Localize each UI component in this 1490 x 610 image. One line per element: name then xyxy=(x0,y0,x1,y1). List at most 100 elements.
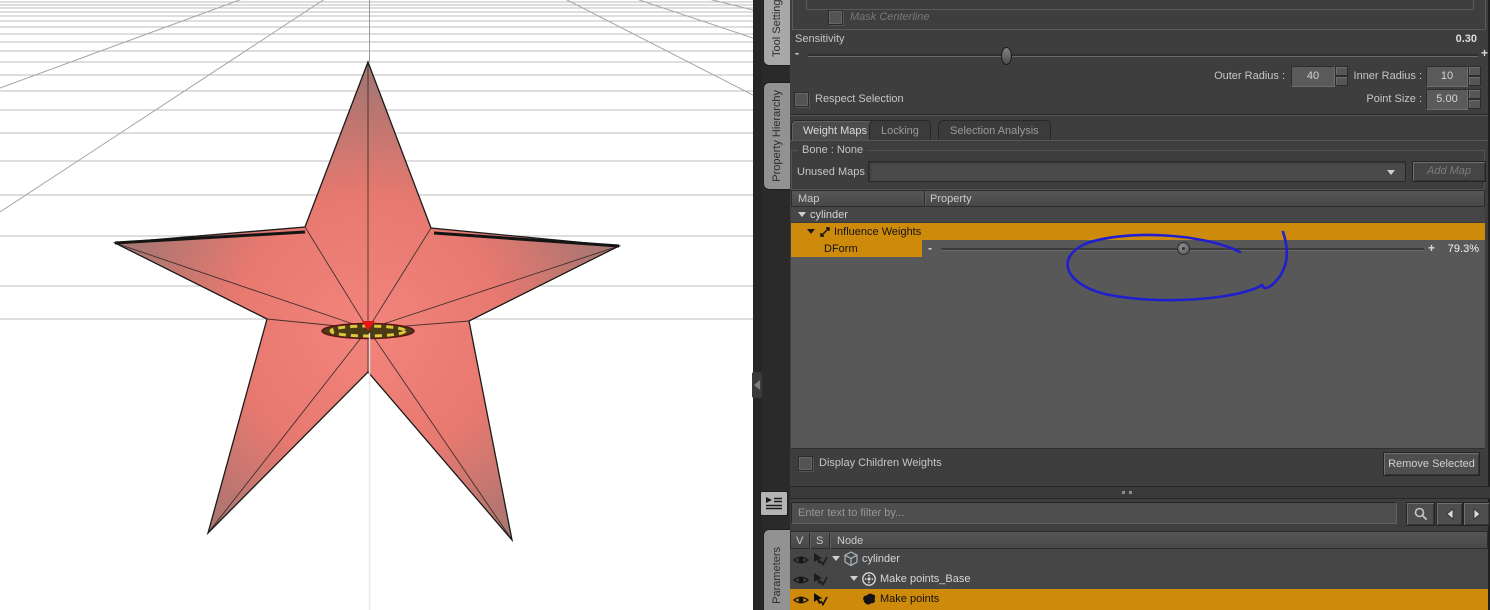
node-name: Make points_Base xyxy=(880,573,971,585)
node-table-header: V S Node xyxy=(790,531,1488,549)
sensitivity-slider-track[interactable] xyxy=(808,54,1478,57)
dock-tab-parameters-label: Parameters xyxy=(771,546,783,604)
splitter-grip xyxy=(1122,491,1125,494)
add-map-button[interactable]: Add Map xyxy=(1412,161,1486,182)
unused-maps-label: Unused Maps : xyxy=(797,166,871,178)
filter-input[interactable] xyxy=(791,502,1397,524)
search-icon xyxy=(1414,507,1427,521)
dock-tab-property-hierarchy-label: Property Hierarchy xyxy=(771,90,783,182)
node-row-cylinder[interactable]: cylinder xyxy=(790,549,1488,570)
dock-splitter-edge[interactable] xyxy=(753,0,762,610)
selectable-cursor-icon[interactable] xyxy=(812,552,828,566)
tab-weight-maps[interactable]: Weight Maps xyxy=(791,120,879,141)
3d-viewport[interactable] xyxy=(0,0,754,610)
filter-prev-button[interactable] xyxy=(1436,502,1463,526)
map-table-header: Map Property xyxy=(791,190,1485,207)
pane-splitter[interactable] xyxy=(790,486,1490,499)
application-window: Tool Settings Property Hierarchy Paramet… xyxy=(0,0,1490,610)
dform-value: 79.3% xyxy=(1447,243,1479,255)
respect-selection-checkbox[interactable] xyxy=(794,92,809,107)
tabbar-baseline xyxy=(790,140,1488,141)
outer-radius-input[interactable]: 40 xyxy=(1291,66,1335,87)
arrow-right-icon xyxy=(1473,508,1481,520)
dock-tab-parameters[interactable]: Parameters xyxy=(763,529,790,610)
map-table-body[interactable] xyxy=(791,257,1485,449)
point-size-label: Point Size : xyxy=(1366,93,1422,105)
filter-next-button[interactable] xyxy=(1463,502,1490,526)
dropdown-arrow-icon xyxy=(1387,170,1395,175)
outer-radius-label: Outer Radius : xyxy=(1214,70,1285,82)
selectable-column-header[interactable]: S xyxy=(816,535,823,547)
dform-slider-handle[interactable] xyxy=(1177,242,1190,255)
dock-tab-property-hierarchy[interactable]: Property Hierarchy xyxy=(763,82,790,190)
unused-maps-dropdown[interactable] xyxy=(868,161,1406,182)
pane-menu-icon xyxy=(766,497,782,510)
sensitivity-plus-button[interactable]: + xyxy=(1481,46,1488,60)
visibility-eye-icon[interactable] xyxy=(793,554,809,566)
dform-label: DForm xyxy=(824,243,858,255)
viewport-scene xyxy=(0,0,754,610)
pane-options-button[interactable] xyxy=(760,491,788,516)
inner-radius-label: Inner Radius : xyxy=(1353,70,1422,82)
outer-radius-spinner[interactable] xyxy=(1335,66,1348,87)
column-divider xyxy=(809,533,810,549)
cube-node-icon xyxy=(844,551,858,567)
node-name: cylinder xyxy=(862,553,900,565)
dform-map-cell: DForm xyxy=(791,240,922,257)
dock-tab-tool-settings-label: Tool Settings xyxy=(771,0,783,57)
expand-triangle-icon[interactable] xyxy=(807,229,815,234)
dform-minus-button[interactable]: - xyxy=(928,241,932,255)
map-column-header[interactable]: Map xyxy=(798,193,819,205)
map-row-dform[interactable]: DForm - + 79.3% xyxy=(791,240,1485,257)
sensitivity-label: Sensitivity xyxy=(795,33,845,45)
point-size-spinner[interactable] xyxy=(1468,89,1481,110)
node-row-make-points-base[interactable]: Make points_Base xyxy=(790,569,1488,590)
dock-tab-tool-settings[interactable]: Tool Settings xyxy=(763,0,790,66)
arrow-left-icon xyxy=(1445,508,1453,520)
visibility-eye-icon[interactable] xyxy=(793,594,809,606)
property-column-header[interactable]: Property xyxy=(930,193,972,205)
tab-locking[interactable]: Locking xyxy=(869,120,931,141)
tab-weight-maps-label: Weight Maps xyxy=(803,125,867,137)
tab-selection-analysis[interactable]: Selection Analysis xyxy=(938,120,1051,141)
remove-selected-button[interactable]: Remove Selected xyxy=(1383,452,1480,476)
map-row-cylinder[interactable]: cylinder xyxy=(791,207,1485,223)
column-divider xyxy=(829,533,830,549)
sensitivity-slider-handle[interactable] xyxy=(1001,47,1012,65)
expand-triangle-icon[interactable] xyxy=(798,212,806,217)
section-divider-highlight xyxy=(790,115,1488,116)
node-name: Make points xyxy=(880,593,940,605)
expand-triangle-icon[interactable] xyxy=(850,576,858,581)
star-mesh[interactable] xyxy=(112,60,622,543)
display-children-weights-checkbox[interactable] xyxy=(798,456,813,471)
sensitivity-value: 0.30 xyxy=(1455,33,1477,45)
dformer-node-icon xyxy=(863,593,876,605)
visibility-column-header[interactable]: V xyxy=(796,535,803,547)
tab-locking-label: Locking xyxy=(881,125,919,137)
dock-tab-strip: Tool Settings Property Hierarchy Paramet… xyxy=(762,0,790,610)
display-children-weights-label: Display Children Weights xyxy=(819,457,942,469)
expand-triangle-icon[interactable] xyxy=(832,556,840,561)
node-column-header[interactable]: Node xyxy=(837,535,863,547)
mask-centerline-checkbox[interactable] xyxy=(828,10,843,25)
inner-radius-spinner[interactable] xyxy=(1468,66,1481,87)
sensitivity-minus-button[interactable]: - xyxy=(795,46,799,60)
map-row-cylinder-label: cylinder xyxy=(810,209,848,221)
respect-selection-label: Respect Selection xyxy=(815,93,904,105)
filter-search-button[interactable] xyxy=(1406,502,1435,526)
handle-center-dot xyxy=(1181,246,1185,250)
inner-radius-input[interactable]: 10 xyxy=(1426,66,1468,87)
visibility-eye-icon[interactable] xyxy=(793,574,809,586)
map-row-influence-weights-label: Influence Weights xyxy=(834,226,922,238)
map-row-influence-weights[interactable]: Influence Weights xyxy=(791,223,1485,240)
column-divider[interactable] xyxy=(924,191,925,206)
point-size-input[interactable]: 5.00 xyxy=(1426,89,1468,110)
dform-plus-button[interactable]: + xyxy=(1428,241,1435,255)
collapse-arrow-icon xyxy=(754,380,760,390)
selectable-cursor-icon[interactable] xyxy=(812,572,828,586)
selectable-cursor-icon[interactable] xyxy=(812,592,828,606)
node-row-make-points[interactable]: Make points xyxy=(790,589,1488,610)
mask-centerline-label: Mask Centerline xyxy=(850,11,930,23)
dock-collapse-handle[interactable] xyxy=(752,372,762,398)
weight-map-icon xyxy=(820,227,830,237)
